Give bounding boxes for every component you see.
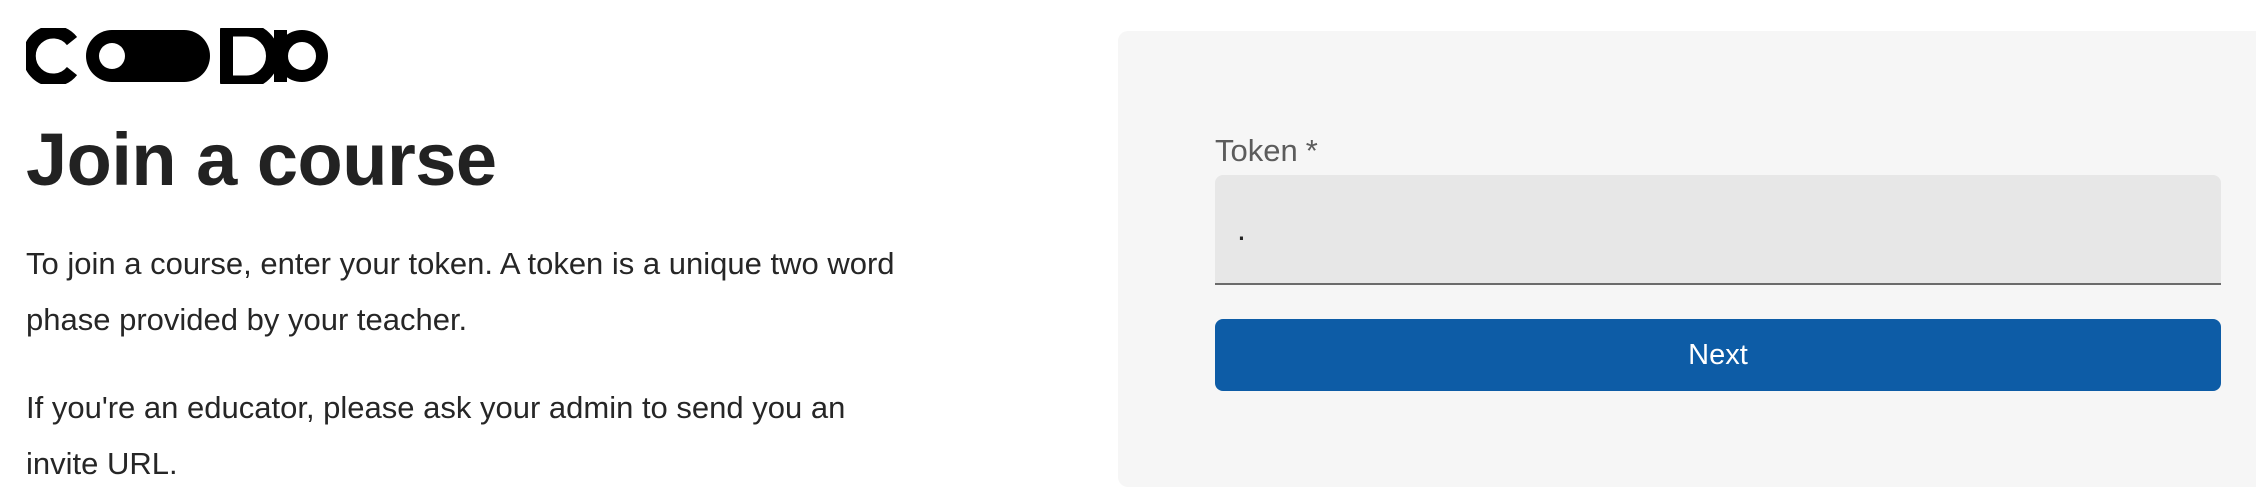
token-label-text: Token [1215, 133, 1298, 168]
next-button[interactable]: Next [1215, 319, 2221, 391]
codio-logo [26, 28, 328, 84]
intro-paragraph: To join a course, enter your token. A to… [26, 246, 895, 337]
page-title: Join a course [26, 118, 497, 201]
educator-note: If you're an educator, please ask your a… [26, 390, 846, 481]
codio-logo-mark [26, 28, 328, 84]
join-course-form-panel: Token* Next [1118, 31, 2256, 487]
page: Join a course To join a course, enter yo… [0, 0, 2256, 490]
token-field-label: Token * [1215, 131, 1318, 171]
token-input[interactable] [1215, 175, 2221, 285]
required-marker: * [1305, 133, 1318, 168]
